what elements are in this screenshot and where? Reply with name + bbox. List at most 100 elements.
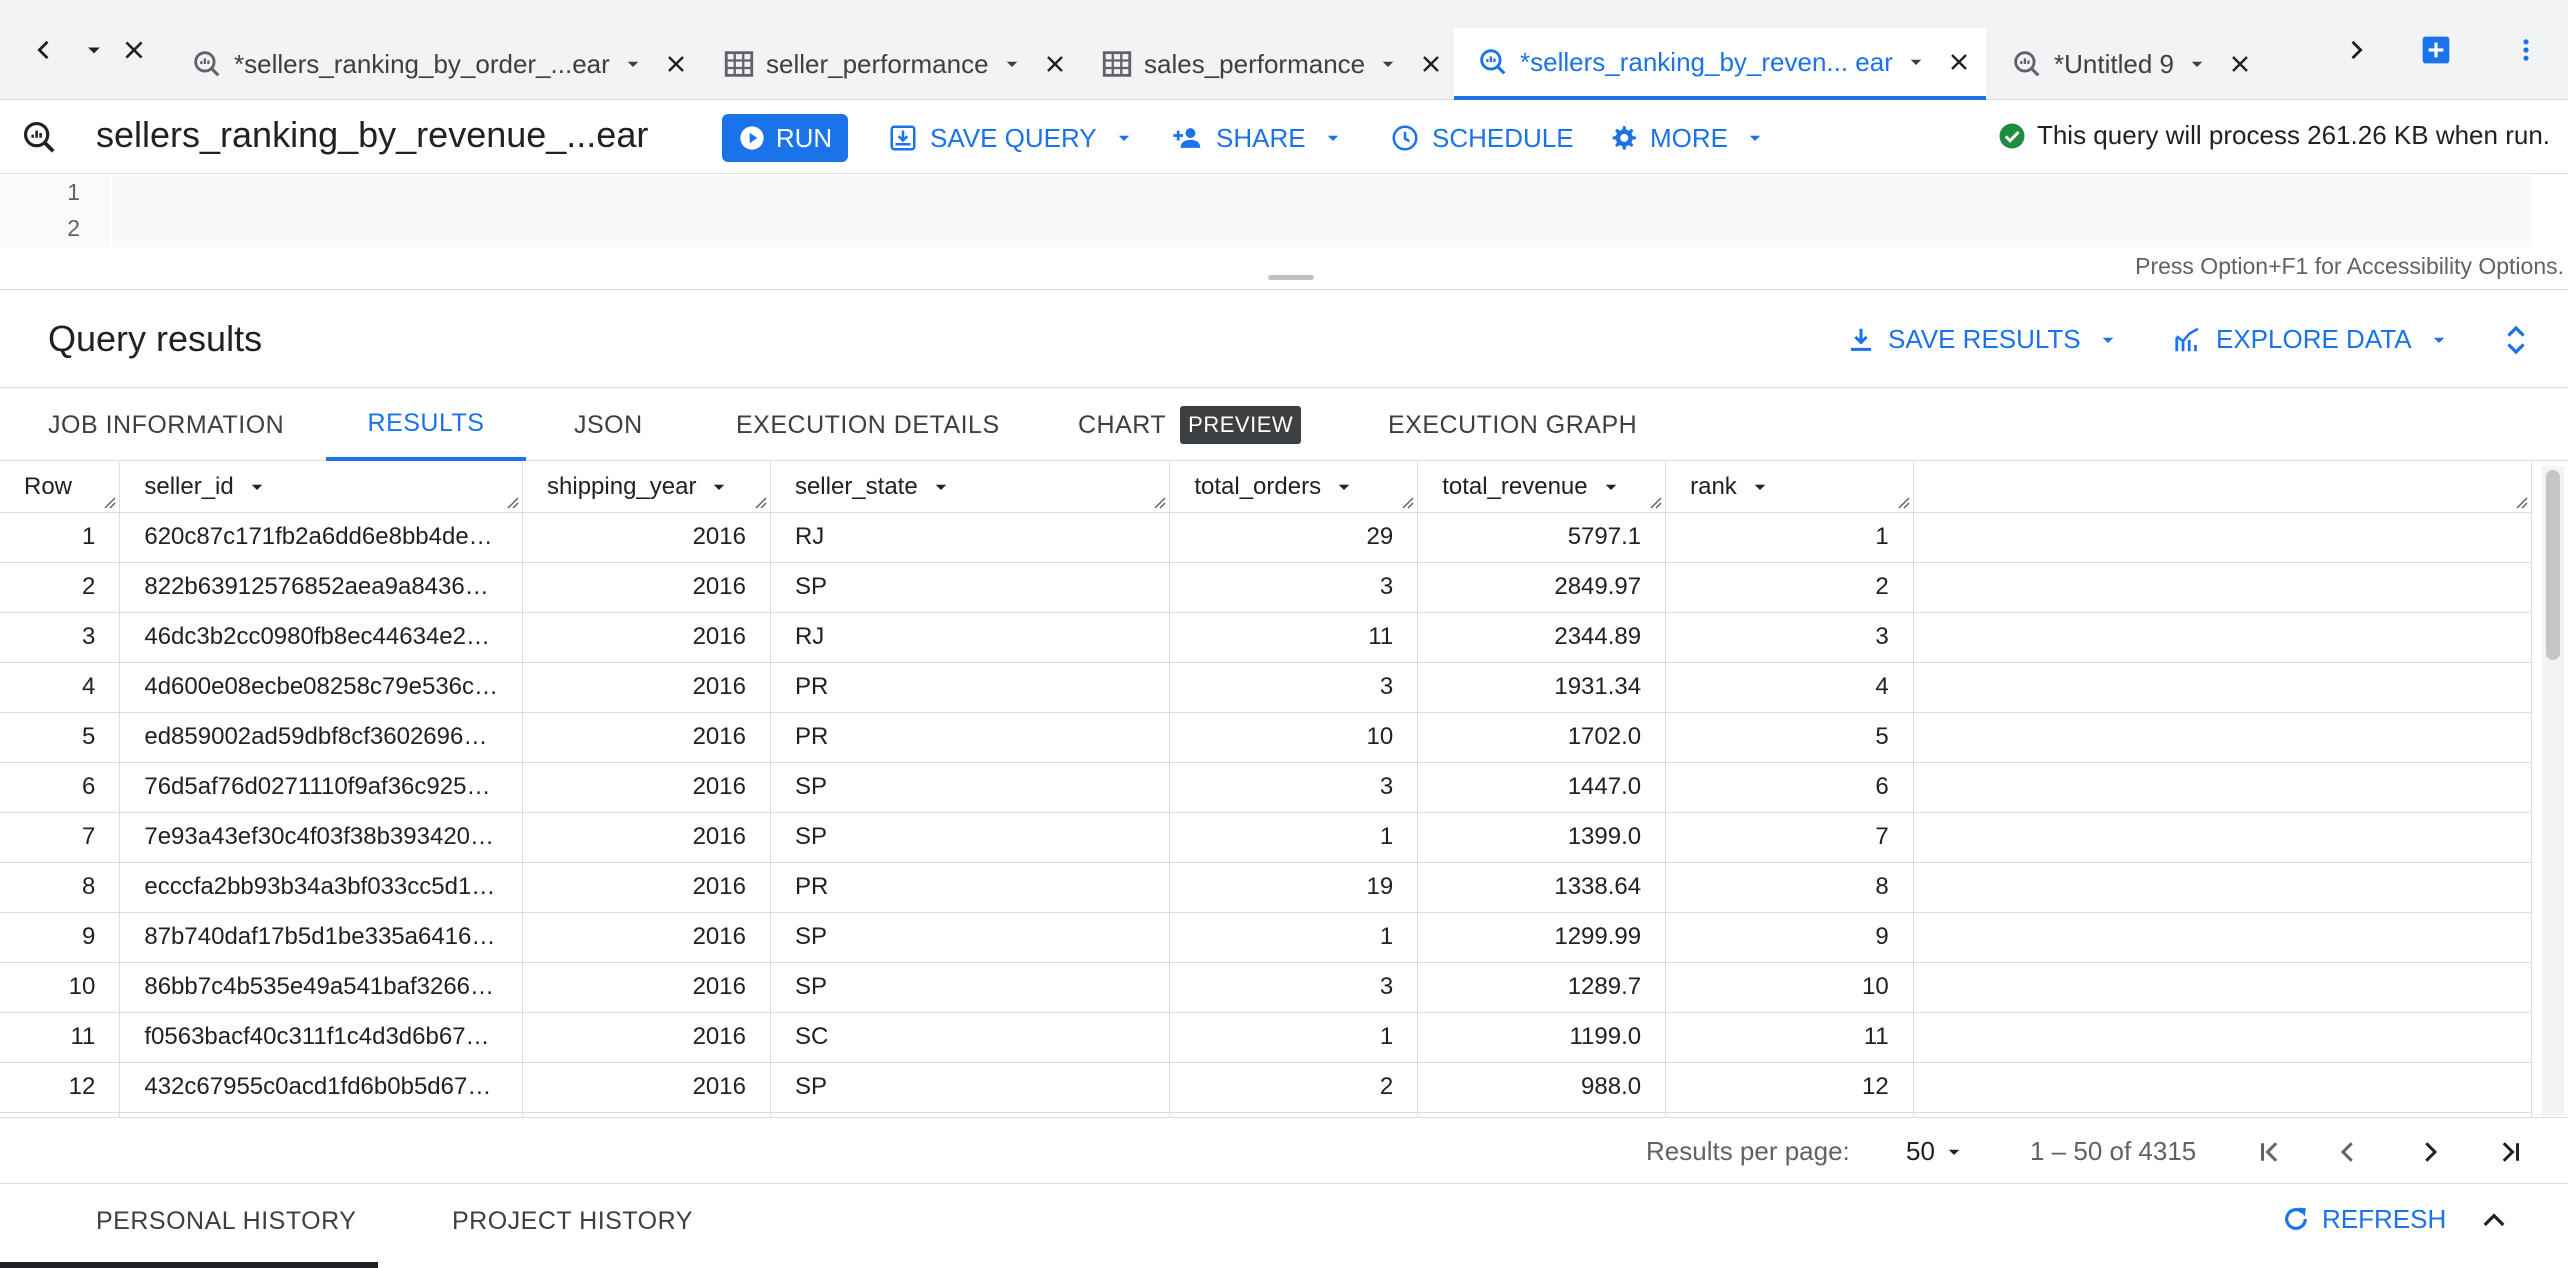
seller-id-cell[interactable]: 620c87c171fb2a6dd6e8bb4de… <box>119 512 524 563</box>
tab-list-dropdown-button[interactable] <box>74 30 114 70</box>
rank-cell[interactable]: 8 <box>1665 862 1914 913</box>
rank-cell[interactable]: 2 <box>1665 562 1914 613</box>
chevron-up-icon[interactable] <box>2478 1205 2510 1237</box>
tab-json[interactable]: JSON <box>574 389 643 461</box>
tab-results[interactable]: RESULTS <box>326 389 526 461</box>
resize-handle-icon[interactable] <box>1896 495 1910 509</box>
total-revenue-cell[interactable]: 1931.34 <box>1417 662 1667 713</box>
total-revenue-cell[interactable]: 1399.0 <box>1417 812 1667 863</box>
seller-state-cell[interactable]: PR <box>770 712 1171 763</box>
seller-state-cell[interactable]: PR <box>770 862 1171 913</box>
shipping-year-cell[interactable]: 2016 <box>522 512 771 563</box>
total-revenue-cell[interactable]: 1299.99 <box>1417 912 1667 963</box>
shipping-year-cell[interactable]: 2016 <box>522 912 771 963</box>
shipping-year-cell[interactable]: 2016 <box>522 1062 771 1113</box>
tab-personal-history[interactable]: PERSONAL HISTORY <box>96 1207 356 1236</box>
caret-down-icon[interactable] <box>1751 478 1769 496</box>
previous-page-button[interactable] <box>2326 1130 2370 1174</box>
tab-job-information[interactable]: JOB INFORMATION <box>48 389 284 461</box>
panel-resize-handle[interactable] <box>1268 275 1314 280</box>
rank-cell[interactable]: 1 <box>1665 512 1914 563</box>
caret-down-icon[interactable] <box>1602 478 1620 496</box>
close-icon[interactable] <box>1947 50 1971 74</box>
resize-handle-icon[interactable] <box>1152 495 1166 509</box>
close-icon[interactable] <box>1419 52 1443 76</box>
editor-tab-active[interactable]: *sellers_ranking_by_reven... ear <box>1454 28 1986 100</box>
tab-project-history[interactable]: PROJECT HISTORY <box>452 1207 693 1236</box>
seller-id-cell[interactable]: 76d5af76d0271110f9af36c925… <box>119 762 524 813</box>
rank-cell[interactable]: 4 <box>1665 662 1914 713</box>
seller-id-cell[interactable]: 822b63912576852aea9a8436… <box>119 562 524 613</box>
tab-chart[interactable]: CHART PREVIEW <box>1078 389 1302 461</box>
column-header-rank[interactable]: rank <box>1665 462 1914 513</box>
shipping-year-cell[interactable]: 2016 <box>522 612 771 663</box>
editor-tab[interactable]: sales_performance <box>1100 28 1443 100</box>
seller-state-cell[interactable]: PR <box>770 662 1171 713</box>
seller-id-cell[interactable]: 86bb7c4b535e49a541baf3266… <box>119 962 524 1013</box>
tab-scroll-right-button[interactable] <box>2336 30 2376 70</box>
total-revenue-cell[interactable]: 2344.89 <box>1417 612 1667 663</box>
column-header-seller-state[interactable]: seller_state <box>770 462 1171 513</box>
shipping-year-cell[interactable]: 2016 <box>522 962 771 1013</box>
seller-id-cell[interactable]: 87b740daf17b5d1be335a6416… <box>119 912 524 963</box>
caret-down-icon[interactable] <box>248 478 266 496</box>
rank-cell[interactable]: 6 <box>1665 762 1914 813</box>
caret-down-icon[interactable] <box>932 478 950 496</box>
seller-state-cell[interactable]: SP <box>770 962 1171 1013</box>
resize-handle-icon[interactable] <box>1648 495 1662 509</box>
tab-execution-details[interactable]: EXECUTION DETAILS <box>736 389 1000 461</box>
rank-cell[interactable]: 11 <box>1665 1012 1914 1063</box>
editor-tab[interactable]: seller_performance <box>722 28 1067 100</box>
close-all-tabs-button[interactable] <box>114 30 154 70</box>
total-revenue-cell[interactable]: 5797.1 <box>1417 512 1667 563</box>
rank-cell[interactable]: 9 <box>1665 912 1914 963</box>
column-header-seller-id[interactable]: seller_id <box>119 462 524 513</box>
seller-state-cell[interactable]: SP <box>770 812 1171 863</box>
last-page-button[interactable] <box>2488 1130 2532 1174</box>
total-orders-cell[interactable]: 19 <box>1169 862 1419 913</box>
run-button[interactable]: RUN <box>722 114 848 162</box>
new-tab-button[interactable] <box>2416 30 2456 70</box>
total-revenue-cell[interactable]: 1289.7 <box>1417 962 1667 1013</box>
resize-handle-icon[interactable] <box>753 495 767 509</box>
query-title[interactable]: sellers_ranking_by_revenue_...ear <box>96 114 648 156</box>
seller-state-cell[interactable]: SP <box>770 912 1171 963</box>
editor-tab[interactable]: *Untitled 9 <box>2010 28 2252 100</box>
resize-handle-icon[interactable] <box>1400 495 1414 509</box>
seller-id-cell[interactable]: ed859002ad59dbf8cf3602696… <box>119 712 524 763</box>
tab-execution-graph[interactable]: EXECUTION GRAPH <box>1388 389 1637 461</box>
total-revenue-cell[interactable]: 1702.0 <box>1417 712 1667 763</box>
total-orders-cell[interactable]: 1 <box>1169 912 1419 963</box>
rank-cell[interactable]: 3 <box>1665 612 1914 663</box>
total-orders-cell[interactable]: 1 <box>1169 1012 1419 1063</box>
seller-id-cell[interactable]: 432c67955c0acd1fd6b0b5d67… <box>119 1062 524 1113</box>
tab-scroll-left-button[interactable] <box>24 30 64 70</box>
total-orders-cell[interactable]: 10 <box>1169 712 1419 763</box>
total-orders-cell[interactable]: 3 <box>1169 562 1419 613</box>
shipping-year-cell[interactable]: 2016 <box>522 662 771 713</box>
unfold-more-icon[interactable] <box>2498 320 2534 360</box>
total-orders-cell[interactable]: 3 <box>1169 662 1419 713</box>
shipping-year-cell[interactable]: 2016 <box>522 762 771 813</box>
seller-id-cell[interactable]: 4d600e08ecbe08258c79e536c… <box>119 662 524 713</box>
first-page-button[interactable] <box>2248 1130 2292 1174</box>
seller-state-cell[interactable]: SP <box>770 562 1171 613</box>
save-results-button[interactable]: SAVE RESULTS <box>1846 324 2117 355</box>
tab-more-options-button[interactable] <box>2506 30 2546 70</box>
code-input[interactable] <box>112 175 2532 247</box>
schedule-button[interactable]: SCHEDULE <box>1390 114 1574 162</box>
rank-cell[interactable]: 7 <box>1665 812 1914 863</box>
seller-id-cell[interactable]: 7e93a43ef30c4f03f38b393420… <box>119 812 524 863</box>
total-orders-cell[interactable]: 3 <box>1169 762 1419 813</box>
column-header-total-orders[interactable]: total_orders <box>1169 462 1419 513</box>
caret-down-icon[interactable] <box>1907 53 1925 71</box>
resize-handle-icon[interactable] <box>2514 495 2528 509</box>
total-orders-cell[interactable]: 29 <box>1169 512 1419 563</box>
share-button[interactable]: SHARE <box>1172 114 1342 162</box>
caret-down-icon[interactable] <box>1335 478 1353 496</box>
next-page-button[interactable] <box>2408 1130 2452 1174</box>
resize-handle-icon[interactable] <box>102 495 116 509</box>
seller-state-cell[interactable]: SC <box>770 1012 1171 1063</box>
total-orders-cell[interactable]: 1 <box>1169 812 1419 863</box>
total-revenue-cell[interactable]: 1447.0 <box>1417 762 1667 813</box>
